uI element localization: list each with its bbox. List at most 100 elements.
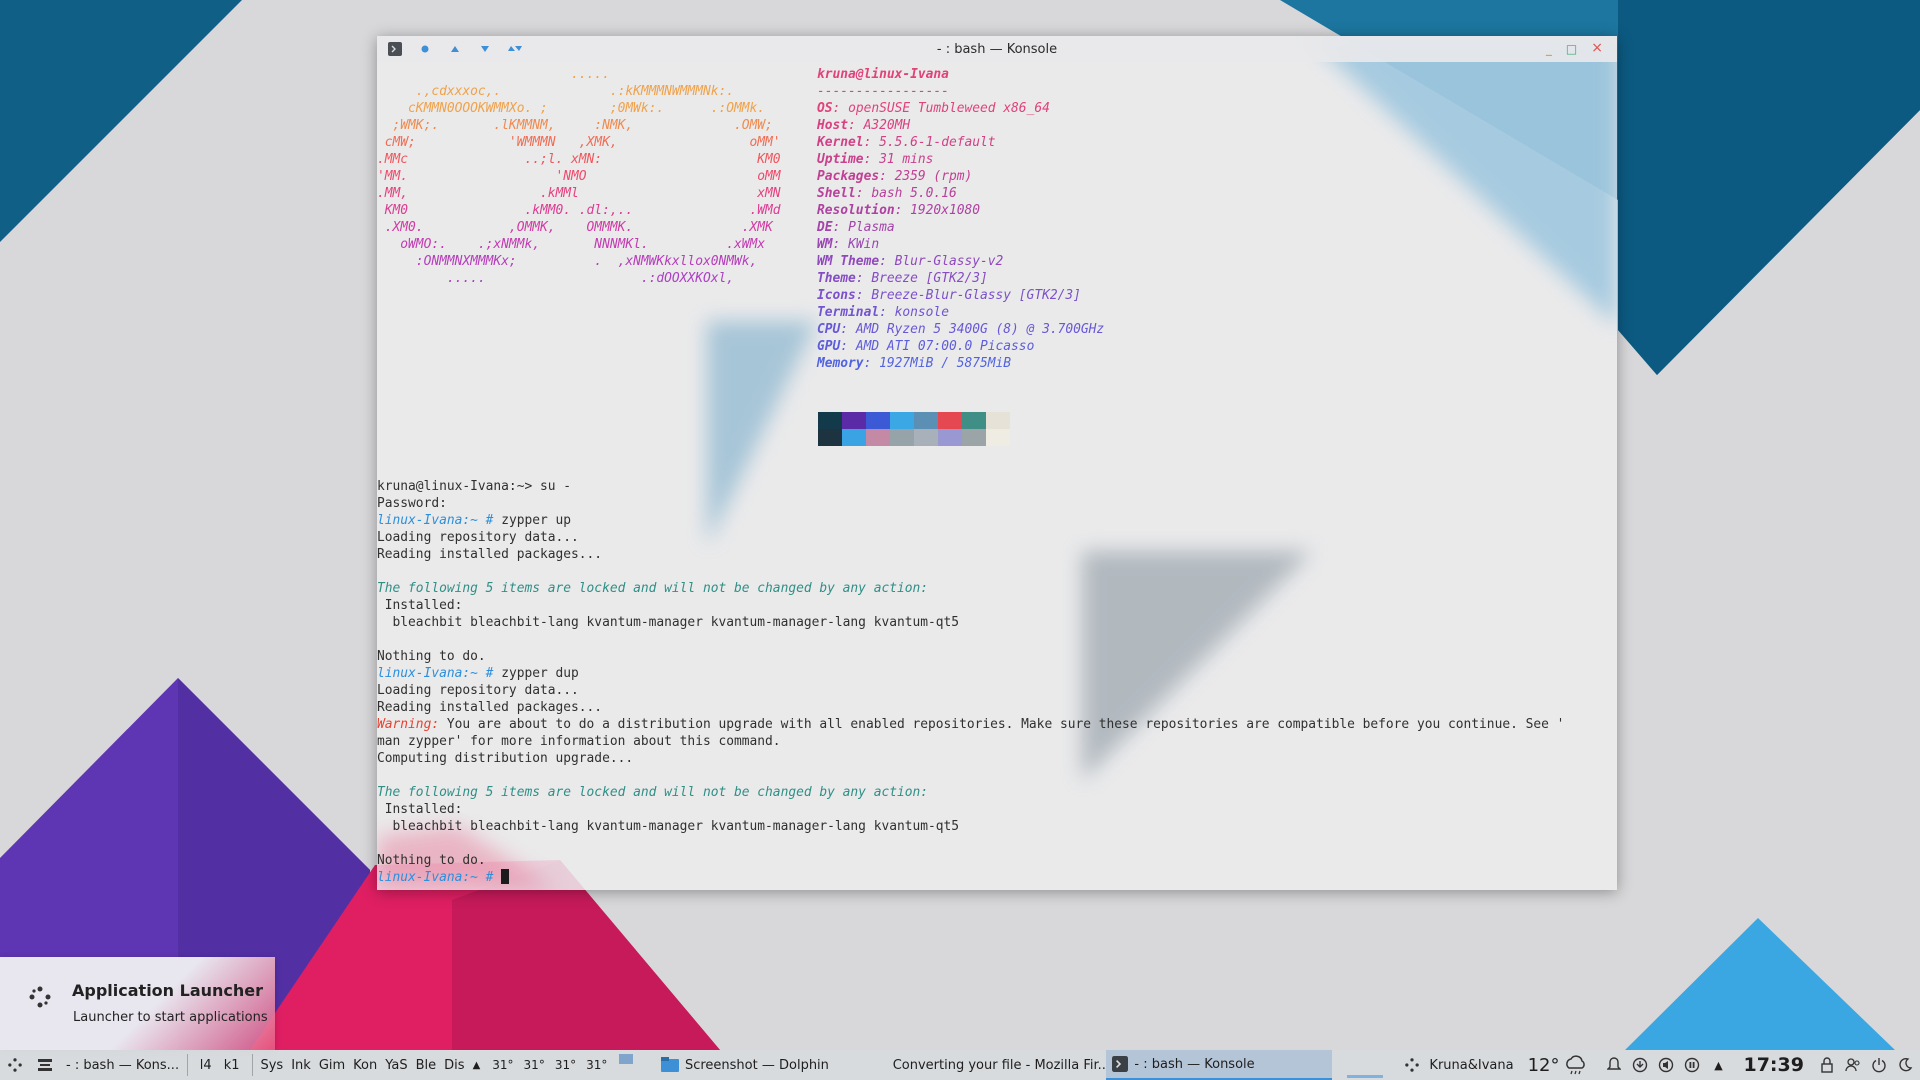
- info-value: AMD ATI 07:00.0 Picasso: [855, 339, 1035, 354]
- terminal-text: Installed:: [377, 802, 463, 817]
- info-value: Plasma: [848, 220, 895, 235]
- quicklaunch-bar: Sys Ink Gim Kon YaS Ble Dis ▲: [256, 1050, 484, 1080]
- info-value: Blur-Glassy-v2: [894, 254, 1004, 269]
- task-konsole[interactable]: - : bash — Konsole: [1106, 1050, 1333, 1080]
- info-value: bash 5.0.16: [871, 186, 957, 201]
- temp-sensor-1: 31°: [492, 1058, 514, 1072]
- window-title: - : bash — Konsole: [936, 41, 1058, 57]
- launcher-tooltip-subtitle: Launcher to start applications: [73, 1010, 268, 1025]
- info-key: Host: [817, 118, 849, 133]
- info-key: GPU: [817, 339, 841, 354]
- info-row: Resolution: 1920x1080: [817, 203, 980, 218]
- quicklaunch-ink[interactable]: Ink: [291, 1058, 311, 1073]
- palette-swatch: [890, 429, 914, 446]
- terminal-area[interactable]: ..... .,cdxxxoc,. .:kKMMMNWMMMNk:. cKMMN…: [377, 62, 1617, 890]
- terminal-line: Reading installed packages...: [377, 546, 1564, 563]
- info-row: GPU: AMD ATI 07:00.0 Picasso: [817, 339, 1035, 354]
- panel-separator: [186, 1054, 188, 1076]
- terminal-text: Reading installed packages...: [377, 700, 603, 715]
- palette-swatch: [890, 412, 914, 429]
- panel-separator: [251, 1054, 253, 1076]
- notifications-icon[interactable]: [1605, 1056, 1623, 1074]
- show-desktop-button[interactable]: [30, 1050, 60, 1080]
- quicklaunch-dis[interactable]: Dis: [444, 1058, 464, 1073]
- close-button[interactable]: ×: [1591, 41, 1603, 56]
- sleep-icon[interactable]: [1896, 1056, 1914, 1074]
- shutdown-icon[interactable]: [1870, 1056, 1888, 1074]
- keep-below-icon[interactable]: [477, 41, 493, 57]
- quicklaunch-sys[interactable]: Sys: [260, 1058, 283, 1073]
- application-launcher-button[interactable]: [0, 1050, 30, 1080]
- title-bar[interactable]: - : bash — Konsole _ □ ×: [377, 36, 1617, 62]
- palette-swatch: [962, 412, 986, 429]
- lock-screen-icon[interactable]: [1818, 1056, 1836, 1074]
- chevron-up-icon[interactable]: ▲: [1709, 1056, 1727, 1074]
- konsole-window[interactable]: - : bash — Konsole _ □ × ..... .,cdxxxoc…: [377, 36, 1617, 890]
- palette-swatch: [914, 429, 938, 446]
- task-label: Screenshot — Dolphin: [684, 1057, 829, 1073]
- terminal-line: linux-Ivana:~ # zypper up: [377, 512, 1564, 529]
- shell-prompt: linux-Ivana:~ #: [377, 666, 502, 681]
- terminal-text: bleachbit bleachbit-lang kvantum-manager…: [377, 615, 960, 630]
- info-key: Memory: [817, 356, 864, 371]
- info-row: Theme: Breeze [GTK2/3]: [817, 271, 988, 286]
- palette-swatch: [818, 412, 842, 429]
- task-firefox[interactable]: Converting your file - Mozilla Fir...: [881, 1050, 1107, 1080]
- terminal-text: Loading repository data...: [377, 530, 579, 545]
- maximize-button[interactable]: □: [1566, 42, 1577, 56]
- info-key: Terminal: [817, 305, 880, 320]
- system-monitor-graph[interactable]: [615, 1050, 655, 1080]
- quicklaunch-ble[interactable]: Ble: [416, 1058, 437, 1073]
- terminal-app-icon[interactable]: [387, 41, 403, 57]
- terminal-text: The following 5 items are locked and wil…: [377, 785, 929, 800]
- keep-above-icon[interactable]: [447, 41, 463, 57]
- terminal-line: linux-Ivana:~ # zypper dup: [377, 665, 1564, 682]
- task-dolphin[interactable]: Screenshot — Dolphin: [655, 1050, 881, 1080]
- art-line: .XM0. ,OMMK, OMMMK. .XMK: [377, 220, 773, 235]
- media-player-icon[interactable]: [1683, 1056, 1701, 1074]
- terminal-text: Nothing to do.: [377, 853, 486, 868]
- info-key: Icons: [817, 288, 856, 303]
- launcher-tooltip-title: Application Launcher: [72, 981, 264, 1000]
- quicklaunch-kon[interactable]: Kon: [353, 1058, 377, 1073]
- palette-swatch: [842, 412, 866, 429]
- palette-swatch: [914, 412, 938, 429]
- user-switcher[interactable]: Kruna&Ivana: [1397, 1050, 1519, 1080]
- terminal-line: Warning: You are about to do a distribut…: [377, 716, 1564, 733]
- terminal-line: Nothing to do.: [377, 852, 1564, 869]
- taskbar-konsole-short[interactable]: - : bash — Kons...: [60, 1050, 183, 1080]
- info-value: KWin: [848, 237, 880, 252]
- quicklaunch-gim[interactable]: Gim: [319, 1058, 345, 1073]
- quicklaunch-yas[interactable]: YaS: [385, 1058, 407, 1073]
- desktop-k1[interactable]: k1: [224, 1058, 240, 1073]
- shade-icon[interactable]: [507, 41, 523, 57]
- launcher-icon: [1405, 1058, 1420, 1072]
- terminal-text: kruna@linux-Ivana:~> su -: [377, 479, 572, 494]
- digital-clock[interactable]: 17:39: [1735, 1050, 1811, 1080]
- chevron-up-icon[interactable]: ▲: [473, 1060, 481, 1071]
- launcher-icon: [8, 1058, 22, 1072]
- switch-user-icon[interactable]: [1844, 1056, 1862, 1074]
- info-value: 2359 (rpm): [894, 169, 973, 184]
- terminal-text: The following 5 items are locked and wil…: [377, 581, 929, 596]
- info-key: OS: [817, 101, 833, 116]
- on-all-desktops-icon[interactable]: [417, 41, 433, 57]
- desktop-l4[interactable]: l4: [200, 1058, 212, 1073]
- terminal-line: kruna@linux-Ivana:~> su -: [377, 478, 1564, 495]
- audio-volume-icon[interactable]: [1657, 1056, 1675, 1074]
- minimize-button[interactable]: _: [1546, 42, 1552, 56]
- terminal-text: Nothing to do.: [377, 649, 486, 664]
- info-value: AMD Ryzen 5 3400G (8) @ 3.700GHz: [855, 322, 1105, 337]
- info-row: Icons: Breeze-Blur-Glassy [GTK2/3]: [817, 288, 1081, 303]
- info-key: WM Theme: [817, 254, 880, 269]
- updates-icon[interactable]: [1631, 1056, 1649, 1074]
- weather-widget[interactable]: 12°: [1520, 1050, 1598, 1080]
- terminal-text: Installed:: [377, 598, 463, 613]
- terminal-line: bleachbit bleachbit-lang kvantum-manager…: [377, 614, 1564, 631]
- art-line: .MM, .kMMl xMN: [377, 186, 781, 201]
- terminal-line: man zypper' for more information about t…: [377, 733, 1564, 750]
- info-row: WM Theme: Blur-Glassy-v2: [817, 254, 1004, 269]
- terminal-line: Installed:: [377, 597, 1564, 614]
